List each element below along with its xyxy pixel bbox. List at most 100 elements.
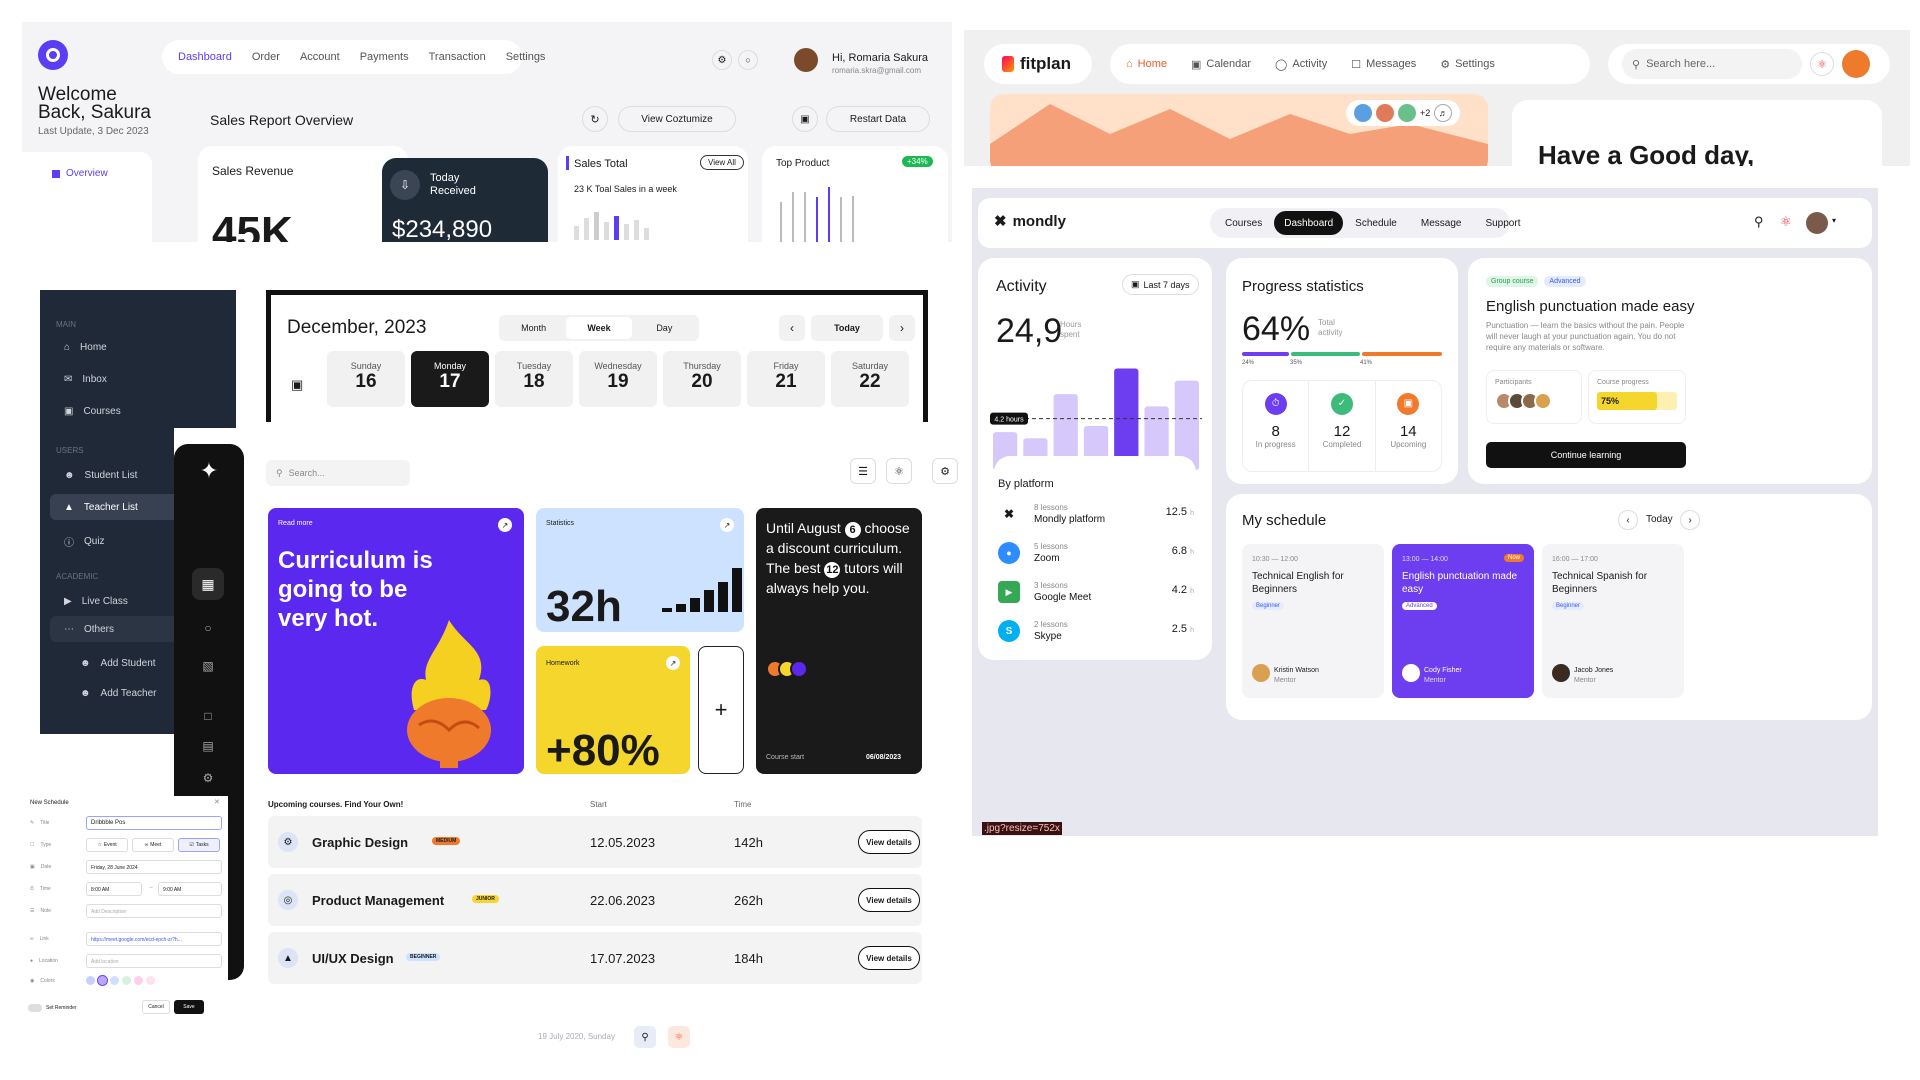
toggle-switch[interactable] <box>28 1004 42 1012</box>
schedule-item[interactable]: 10:30 — 12:00 Technical English for Begi… <box>1242 544 1384 698</box>
save-button[interactable]: Save <box>174 1000 204 1014</box>
table-row[interactable]: ⚙ Graphic Design MEDIUM 12.05.2023 142h … <box>268 816 922 868</box>
day-cell-selected[interactable]: Monday 17 <box>411 351 489 407</box>
day-cell[interactable]: Tuesday 18 <box>495 351 573 407</box>
chat-icon[interactable]: ○ <box>738 50 758 70</box>
avatar[interactable] <box>1842 50 1870 78</box>
restart-data-button[interactable]: Restart Data <box>826 106 930 132</box>
schedule-item[interactable]: 16:00 — 17:00 Technical Spanish for Begi… <box>1542 544 1684 698</box>
type-tasks[interactable]: ☑ Tasks <box>178 838 220 852</box>
bag-icon[interactable]: □ <box>196 704 220 728</box>
cancel-button[interactable]: Cancel <box>142 1000 170 1014</box>
time-from-input[interactable]: 8:00 AM <box>86 882 142 896</box>
next-week-button[interactable]: › <box>889 315 915 341</box>
prev-week-button[interactable]: ‹ <box>779 315 805 341</box>
sidebar-item-live-class[interactable]: ▶ Live Class <box>64 596 128 607</box>
arrow-up-right-icon[interactable]: ↗ <box>720 518 734 532</box>
continue-learning-button[interactable]: Continue learning <box>1486 442 1686 468</box>
sidebar-item-quiz[interactable]: ⓘ Quiz <box>64 534 105 549</box>
nav-transaction[interactable]: Transaction <box>419 51 496 63</box>
homework-card[interactable]: Homework ↗ +80% <box>536 646 690 775</box>
settings-icon[interactable]: ⚙ <box>932 458 958 484</box>
nav-settings[interactable]: Settings <box>496 51 556 63</box>
sidebar-item-add-teacher[interactable]: ☻ Add Teacher <box>80 688 157 699</box>
sidebar-item-overview[interactable]: Overview <box>52 168 108 179</box>
sidebar-item-add-student[interactable]: ☻ Add Student <box>80 658 156 669</box>
calendar-icon[interactable]: ▣ <box>792 106 818 132</box>
nav-schedule[interactable]: Schedule <box>1343 211 1409 235</box>
prev-day-button[interactable]: ‹ <box>1618 510 1638 530</box>
today-button[interactable]: Today <box>811 315 883 341</box>
schedule-item-active[interactable]: 13:00 — 14:00 Now English punctuation ma… <box>1392 544 1534 698</box>
list-item[interactable]: ▶ 3 lessons Google Meet 4.2 h <box>998 574 1194 610</box>
view-month[interactable]: Month <box>501 323 566 333</box>
day-cell[interactable]: Saturday 22 <box>831 351 909 407</box>
color-swatch[interactable] <box>122 976 131 985</box>
nav-messages[interactable]: ☐ Messages <box>1351 58 1416 71</box>
nav-home[interactable]: ⌂ Home <box>1126 58 1167 70</box>
today-label[interactable]: Today <box>1646 514 1673 525</box>
day-cell[interactable]: Friday 21 <box>747 351 825 407</box>
type-meet[interactable]: ∞ Meet <box>132 838 174 852</box>
color-swatch[interactable] <box>97 975 108 986</box>
location-input[interactable]: Add location <box>86 954 222 968</box>
nav-dashboard[interactable]: Dashboard <box>1274 211 1344 235</box>
view-all-button[interactable]: View All <box>700 155 744 170</box>
settings-icon[interactable]: ⚙ <box>196 766 220 790</box>
view-details-button[interactable]: View details <box>858 830 920 854</box>
sidebar-item-home[interactable]: ⌂ Home <box>64 342 107 353</box>
search-input[interactable]: ⚲ Search here... <box>1622 49 1802 79</box>
color-swatch[interactable] <box>134 976 143 985</box>
bell-icon[interactable]: ⚛ <box>668 1026 690 1048</box>
color-swatch[interactable] <box>110 976 119 985</box>
sidebar-item-courses[interactable]: ▣ Courses <box>64 406 121 417</box>
avatar[interactable] <box>1806 212 1828 234</box>
time-to-input[interactable]: 9:00 AM <box>158 882 222 896</box>
list-item[interactable]: S 2 lessons Skype 2.5 h <box>998 613 1194 649</box>
color-swatch[interactable] <box>86 976 95 985</box>
history-icon[interactable]: ↻ <box>582 106 608 132</box>
nav-message[interactable]: Message <box>1409 211 1474 235</box>
reminder-toggle[interactable]: Set Reminder <box>28 1004 77 1012</box>
arrow-up-right-icon[interactable]: ↗ <box>498 518 512 532</box>
nav-account[interactable]: Account <box>290 51 350 63</box>
bell-icon[interactable]: ⚛ <box>886 458 912 484</box>
nav-settings[interactable]: ⚙ Settings <box>1440 58 1495 71</box>
table-row[interactable]: ◎ Product Management JUNIOR 22.06.2023 2… <box>268 874 922 926</box>
list-item[interactable]: ● 5 lessons Zoom 6.8 h <box>998 535 1194 571</box>
view-customize-button[interactable]: View Coztumize <box>618 106 736 132</box>
sidebar-item-inbox[interactable]: ✉ Inbox <box>64 374 107 385</box>
note-input[interactable]: Add Description <box>86 904 222 918</box>
range-selector[interactable]: ▣ Last 7 days <box>1122 274 1199 295</box>
bell-icon[interactable]: ⚛ <box>1810 52 1834 76</box>
statistics-card[interactable]: Statistics ↗ 32h <box>536 508 744 632</box>
title-input[interactable]: Dribbble Pos <box>86 816 222 830</box>
sidebar-item-student-list[interactable]: ☻ Student List <box>64 470 137 481</box>
chat-icon[interactable]: ○ <box>196 616 220 640</box>
view-week[interactable]: Week <box>566 317 632 339</box>
add-card-button[interactable]: + <box>698 646 744 774</box>
nav-calendar[interactable]: ▣ Calendar <box>1191 58 1251 71</box>
chart-icon[interactable]: ▤ <box>196 734 220 758</box>
nav-payments[interactable]: Payments <box>350 51 419 63</box>
search-icon[interactable]: ⚲ <box>634 1026 656 1048</box>
nav-support[interactable]: Support <box>1473 211 1532 235</box>
bell-icon[interactable]: ⚙ <box>712 50 732 70</box>
color-swatch[interactable] <box>146 976 155 985</box>
table-row[interactable]: ▲ UI/UX Design BEGINNER 17.07.2023 184h … <box>268 932 922 984</box>
folder-icon[interactable]: ▧ <box>196 654 220 678</box>
day-cell[interactable]: Sunday 16 <box>327 351 405 407</box>
list-item[interactable]: ✖ 8 lessons Mondly platform 12.5 h <box>998 496 1194 532</box>
day-cell[interactable]: Wednesday 19 <box>579 351 657 407</box>
arrow-up-right-icon[interactable]: ↗ <box>666 656 680 670</box>
nav-order[interactable]: Order <box>242 51 290 63</box>
bell-icon[interactable]: ⚛ <box>1780 214 1792 230</box>
chevron-down-icon[interactable]: ▾ <box>1832 216 1836 225</box>
type-event[interactable]: ☆ Event <box>86 838 128 852</box>
nav-activity[interactable]: ◯ Activity <box>1275 58 1327 71</box>
curriculum-card[interactable]: Read more ↗ Curriculum is going to be ve… <box>268 508 524 774</box>
grid-icon[interactable]: ▦ <box>192 568 224 600</box>
filter-icon[interactable]: ☰ <box>850 458 876 484</box>
view-details-button[interactable]: View details <box>858 888 920 912</box>
day-cell[interactable]: Thursday 20 <box>663 351 741 407</box>
